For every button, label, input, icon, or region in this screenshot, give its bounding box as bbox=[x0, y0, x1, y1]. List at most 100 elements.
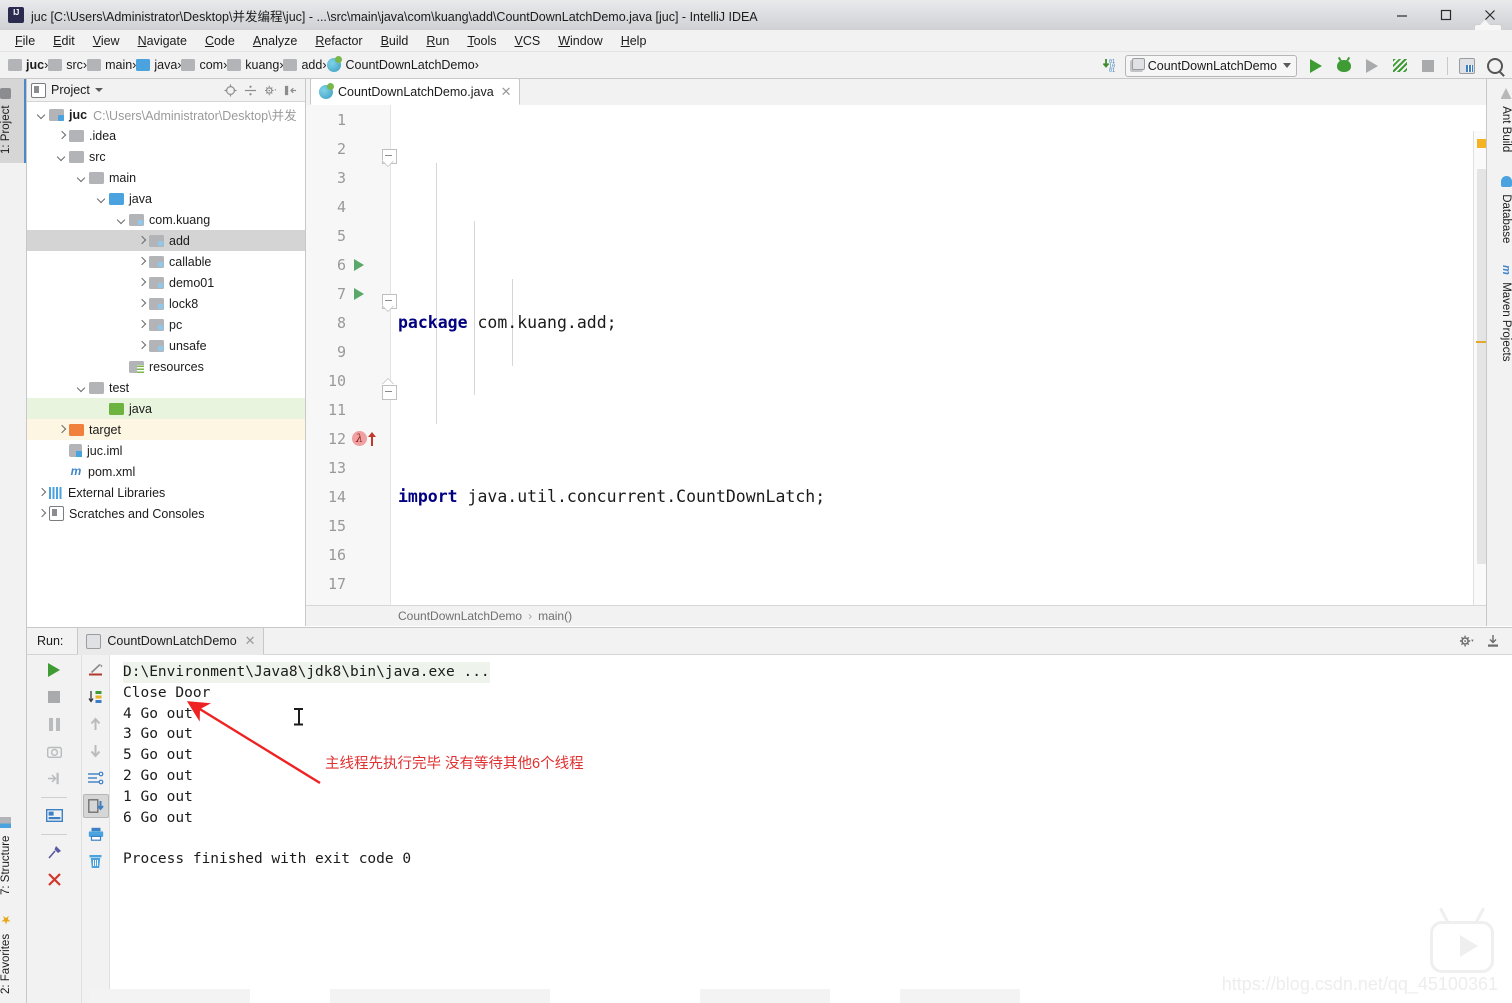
breadcrumb-item-add[interactable]: add bbox=[283, 58, 322, 72]
gutter-row[interactable]: 12 λ bbox=[306, 424, 388, 453]
breadcrumb-item-countdownlatchdemo[interactable]: CountDownLatchDemo bbox=[326, 56, 475, 72]
run-with-profiler-button[interactable] bbox=[1359, 54, 1385, 78]
next-occurrence-button[interactable] bbox=[84, 740, 108, 762]
resume-button[interactable] bbox=[42, 767, 66, 789]
use-console-filters-button[interactable] bbox=[84, 767, 108, 789]
tree-item-src[interactable]: src bbox=[27, 146, 305, 167]
tree-item--idea[interactable]: .idea bbox=[27, 125, 305, 146]
run-with-coverage-button[interactable] bbox=[1387, 54, 1413, 78]
layout-button[interactable] bbox=[42, 804, 66, 826]
editor-marker-bar[interactable] bbox=[1473, 131, 1487, 626]
update-project-button[interactable]: 01 10 01 bbox=[1097, 54, 1123, 78]
build-project-button[interactable] bbox=[1454, 54, 1480, 78]
chevron-right-icon[interactable] bbox=[35, 486, 48, 499]
tree-item-test[interactable]: test bbox=[27, 377, 305, 398]
menu-item-edit[interactable]: Edit bbox=[44, 32, 84, 50]
gear-icon[interactable] bbox=[1459, 634, 1474, 648]
gear-icon[interactable] bbox=[264, 84, 277, 97]
tree-item-unsafe[interactable]: unsafe bbox=[27, 335, 305, 356]
menu-item-window[interactable]: Window bbox=[549, 32, 611, 50]
dump-threads-button[interactable] bbox=[42, 740, 66, 762]
breadcrumb-item-juc[interactable]: juc bbox=[8, 58, 44, 72]
gutter-row[interactable]: 10 bbox=[306, 366, 388, 395]
tree-item-scratches-and-consoles[interactable]: Scratches and Consoles bbox=[27, 503, 305, 524]
menu-item-tools[interactable]: Tools bbox=[458, 32, 505, 50]
sidebar-item-ant-build[interactable]: Ant Build bbox=[1487, 83, 1512, 157]
tree-item-java[interactable]: java bbox=[27, 398, 305, 419]
tree-item-target[interactable]: target bbox=[27, 419, 305, 440]
chevron-right-icon[interactable] bbox=[135, 234, 148, 247]
navigate-up-icon[interactable] bbox=[368, 431, 376, 446]
chevron-down-icon[interactable] bbox=[75, 171, 88, 184]
marker-warning[interactable] bbox=[1477, 139, 1486, 148]
run-configuration-selector[interactable]: CountDownLatchDemo bbox=[1124, 54, 1297, 77]
hide-panel-icon[interactable] bbox=[1486, 634, 1500, 648]
breadcrumb-method[interactable]: main() bbox=[538, 609, 572, 623]
breadcrumb-class[interactable]: CountDownLatchDemo bbox=[398, 609, 522, 623]
sidebar-item-database[interactable]: Database bbox=[1487, 171, 1512, 248]
chevron-down-icon[interactable] bbox=[75, 381, 88, 394]
gutter-row[interactable]: 8 bbox=[306, 308, 388, 337]
close-button[interactable] bbox=[42, 868, 66, 890]
gutter-row[interactable]: 6 bbox=[306, 250, 388, 279]
chevron-right-icon[interactable] bbox=[55, 129, 68, 142]
stop-button[interactable] bbox=[42, 686, 66, 708]
console-output[interactable]: D:\Environment\Java8\jdk8\bin\java.exe .… bbox=[110, 655, 1512, 1003]
chevron-right-icon[interactable] bbox=[135, 339, 148, 352]
chevron-down-icon[interactable] bbox=[55, 150, 68, 163]
tree-item-java[interactable]: java bbox=[27, 188, 305, 209]
stop-button[interactable] bbox=[1415, 54, 1441, 78]
breadcrumb-item-main[interactable]: main bbox=[87, 58, 132, 72]
gutter-row[interactable]: 7 bbox=[306, 279, 388, 308]
gutter-row[interactable]: 16 bbox=[306, 540, 388, 569]
project-tree[interactable]: juc C:\Users\Administrator\Desktop\并发 .ide… bbox=[27, 102, 305, 626]
gutter-row[interactable]: 2 bbox=[306, 134, 388, 163]
lambda-gutter-icon[interactable]: λ bbox=[352, 431, 367, 446]
breadcrumb-item-com[interactable]: com bbox=[181, 58, 223, 72]
tree-item-juc-iml[interactable]: juc.iml bbox=[27, 440, 305, 461]
chevron-right-icon[interactable] bbox=[135, 255, 148, 268]
prev-occurrence-button[interactable] bbox=[84, 713, 108, 735]
chevron-right-icon[interactable] bbox=[135, 276, 148, 289]
sidebar-item-maven-projects[interactable]: m Maven Projects bbox=[1487, 259, 1512, 366]
chevron-right-icon[interactable] bbox=[135, 318, 148, 331]
soft-wrap-button[interactable] bbox=[84, 659, 108, 681]
gutter-row[interactable]: 1 bbox=[306, 105, 388, 134]
gutter-row[interactable]: 15 bbox=[306, 511, 388, 540]
menu-item-build[interactable]: Build bbox=[372, 32, 418, 50]
tree-item-pom-xml[interactable]: m pom.xml bbox=[27, 461, 305, 482]
sidebar-item-structure[interactable]: 7: Structure bbox=[0, 809, 26, 903]
editor-scrollbar[interactable] bbox=[1477, 169, 1486, 564]
code-area[interactable]: 123456789101112λ131415161718 package com… bbox=[306, 105, 1487, 626]
pause-button[interactable] bbox=[42, 713, 66, 735]
tree-item-main[interactable]: main bbox=[27, 167, 305, 188]
close-icon[interactable]: ✕ bbox=[501, 84, 512, 100]
menu-item-help[interactable]: Help bbox=[612, 32, 656, 50]
pin-button[interactable] bbox=[42, 841, 66, 863]
collapse-all-icon[interactable] bbox=[244, 84, 257, 97]
tree-item-com-kuang[interactable]: com.kuang bbox=[27, 209, 305, 230]
clear-all-button[interactable] bbox=[84, 850, 108, 872]
close-icon[interactable]: ✕ bbox=[245, 633, 256, 649]
chevron-down-icon[interactable] bbox=[35, 108, 48, 121]
menu-item-view[interactable]: View bbox=[84, 32, 129, 50]
rerun-button[interactable] bbox=[42, 659, 66, 681]
breadcrumb-item-java[interactable]: java bbox=[136, 58, 177, 72]
gutter-row[interactable]: 4 bbox=[306, 192, 388, 221]
chevron-right-icon[interactable] bbox=[135, 297, 148, 310]
tree-item-resources[interactable]: resources bbox=[27, 356, 305, 377]
breadcrumb-item-src[interactable]: src bbox=[48, 58, 83, 72]
hide-icon[interactable] bbox=[284, 84, 297, 97]
menu-item-vcs[interactable]: VCS bbox=[506, 32, 550, 50]
gutter-row[interactable]: 17 bbox=[306, 569, 388, 598]
tree-item-demo01[interactable]: demo01 bbox=[27, 272, 305, 293]
menu-item-refactor[interactable]: Refactor bbox=[306, 32, 371, 50]
search-everywhere-button[interactable] bbox=[1482, 54, 1508, 78]
chevron-down-icon[interactable] bbox=[115, 213, 128, 226]
menu-item-navigate[interactable]: Navigate bbox=[129, 32, 196, 50]
editor-tab-countdownlatchdemo[interactable]: CountDownLatchDemo.java ✕ bbox=[310, 78, 520, 105]
gutter-row[interactable]: 5 bbox=[306, 221, 388, 250]
tree-item-lock8[interactable]: lock8 bbox=[27, 293, 305, 314]
run-button[interactable] bbox=[1303, 54, 1329, 78]
menu-item-code[interactable]: Code bbox=[196, 32, 244, 50]
